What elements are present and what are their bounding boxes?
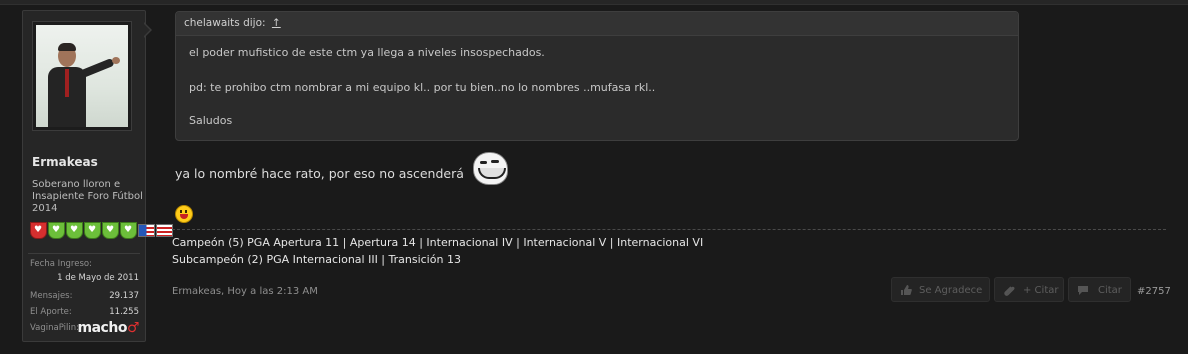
paperclip-icon bbox=[1004, 286, 1015, 296]
contribution-value: 11.255 bbox=[109, 307, 139, 317]
thanks-label: Se Agradece bbox=[919, 285, 983, 296]
green-heart-badge-icon: ♥ bbox=[66, 222, 83, 239]
top-divider bbox=[0, 0, 1188, 5]
signature-line: Subcampeón (2) PGA Internacional III | T… bbox=[172, 253, 461, 266]
speech-bubble-icon bbox=[1078, 286, 1088, 295]
quote-label: Citar bbox=[1098, 285, 1122, 296]
green-heart-badge-icon: ♥ bbox=[48, 222, 65, 239]
thumbs-up-icon bbox=[901, 285, 912, 295]
join-date-label: Fecha Ingreso: bbox=[30, 259, 92, 269]
panel-arrow-inner bbox=[143, 23, 150, 37]
custom-field-text: macho bbox=[77, 320, 128, 336]
user-panel: Ermakeas Soberano lloron e Insapiente Fo… bbox=[22, 10, 173, 342]
avatar[interactable] bbox=[32, 21, 132, 131]
custom-field-value: macho♂ bbox=[77, 320, 140, 336]
user-title: Soberano lloron e Insapiente Foro Fútbol… bbox=[32, 179, 143, 214]
post-meta[interactable]: Ermakeas, Hoy a las 2:13 AM bbox=[172, 286, 318, 297]
trollface-icon bbox=[473, 152, 508, 185]
quote-button[interactable]: Citar bbox=[1068, 277, 1131, 302]
quote-source-link[interactable]: ↑ bbox=[272, 17, 281, 29]
male-symbol-icon: ♂ bbox=[126, 320, 140, 336]
green-heart-badge-icon: ♥ bbox=[120, 222, 137, 239]
badge-row: ♥ ♥ ♥ ♥ ♥ ♥ bbox=[30, 222, 174, 239]
panel-divider bbox=[28, 253, 140, 254]
avatar-photo bbox=[36, 25, 128, 127]
quote-line: Saludos bbox=[189, 114, 233, 127]
signature-divider bbox=[172, 229, 1166, 230]
quote-author: chelawaits dijo: bbox=[184, 17, 266, 29]
post-text: ya lo nombré hace rato, por eso no ascen… bbox=[175, 166, 464, 181]
green-heart-badge-icon: ♥ bbox=[84, 222, 101, 239]
green-heart-badge-icon: ♥ bbox=[102, 222, 119, 239]
thanks-button[interactable]: Se Agradece bbox=[891, 277, 990, 302]
multiquote-label: + Citar bbox=[1023, 285, 1059, 296]
post-number-link[interactable]: #2757 bbox=[1137, 286, 1171, 297]
posts-value: 29.137 bbox=[109, 291, 139, 301]
flag-badge-icon bbox=[138, 224, 155, 237]
quote-box: chelawaits dijo: ↑ el poder mufistico de… bbox=[175, 11, 1019, 141]
custom-field-label: VaginaPilin: bbox=[30, 323, 79, 333]
join-date-value: 1 de Mayo de 2011 bbox=[57, 273, 139, 283]
posts-label: Mensajes: bbox=[30, 291, 73, 301]
username[interactable]: Ermakeas bbox=[32, 155, 98, 169]
contribution-label: El Aporte: bbox=[30, 307, 72, 317]
multiquote-button[interactable]: + Citar bbox=[994, 277, 1064, 302]
quote-line: pd: te prohibo ctm nombrar a mi equipo k… bbox=[189, 81, 656, 94]
quote-header: chelawaits dijo: ↑ bbox=[176, 12, 1018, 36]
red-heart-badge-icon: ♥ bbox=[30, 222, 47, 239]
quote-line: el poder mufistico de este ctm ya llega … bbox=[189, 46, 545, 59]
laughing-smiley-icon bbox=[175, 205, 193, 223]
flag-badge-icon bbox=[156, 224, 173, 237]
signature-line: Campeón (5) PGA Apertura 11 | Apertura 1… bbox=[172, 236, 704, 249]
